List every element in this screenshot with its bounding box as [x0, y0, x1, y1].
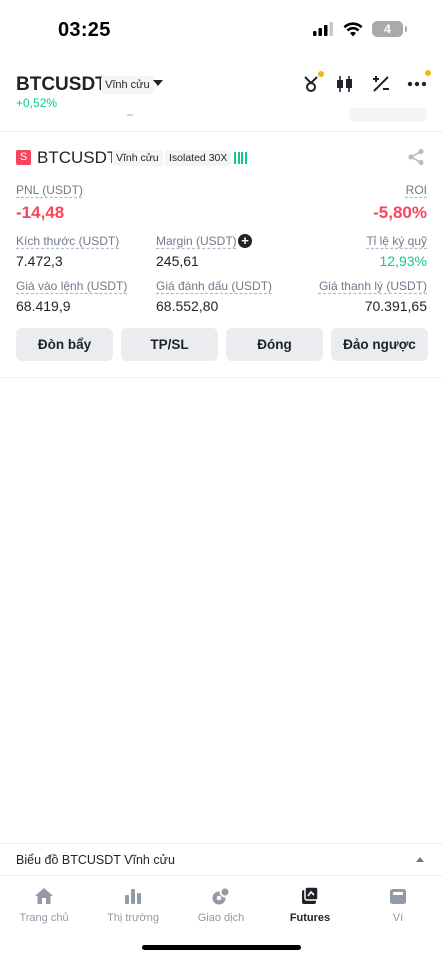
margin-mode-tag: Isolated 30X [165, 150, 232, 166]
calculator-icon[interactable] [369, 72, 393, 96]
margin-ratio-label[interactable]: Tỉ lệ ký quỹ [366, 234, 427, 248]
nav-wallet-label: Ví [392, 912, 404, 924]
pnl-value: -14,48 [16, 203, 65, 222]
candlestick-chart-icon[interactable] [333, 72, 357, 96]
more-options-icon[interactable] [405, 70, 431, 96]
status-bar: 03:25 4 [0, 0, 443, 60]
nav-home-label: Trang chủ [19, 912, 69, 924]
size-value: 7.472,3 [16, 253, 63, 269]
price-change-percent: +0,52% [16, 96, 58, 110]
perpetual-tag: Vĩnh cửu [112, 150, 163, 166]
size-label[interactable]: Kích thước (USDT) [16, 234, 119, 248]
nav-futures-label: Futures [289, 912, 331, 924]
home-icon [32, 884, 56, 908]
cellular-signal-icon [313, 22, 333, 36]
nav-trade[interactable]: Giao dịch [181, 884, 261, 934]
margin-value: 245,61 [156, 253, 199, 269]
home-indicator[interactable] [142, 945, 301, 950]
markets-icon [121, 884, 145, 908]
short-side-badge: S [16, 150, 31, 165]
reward-icon[interactable] [299, 71, 324, 96]
pair-dropdown-icon[interactable] [153, 80, 163, 86]
chart-toggle-bar[interactable]: Biểu đồ BTCUSDT Vĩnh cửu [0, 843, 443, 875]
hidden-button-edge [349, 108, 427, 122]
mark-price-value: 68.552,80 [156, 298, 219, 314]
nav-wallet[interactable]: Ví [358, 884, 438, 934]
pair-title[interactable]: BTCUSDT [16, 74, 107, 96]
nav-futures[interactable]: Futures [270, 884, 350, 934]
nav-markets[interactable]: Thị trường [93, 884, 173, 934]
expand-chart-icon[interactable] [416, 857, 424, 862]
chart-toggle-label: Biểu đồ BTCUSDT Vĩnh cửu [16, 853, 175, 867]
add-margin-icon[interactable]: + [238, 234, 252, 248]
nav-markets-label: Thị trường [107, 912, 159, 924]
futures-icon [298, 884, 322, 908]
nav-home[interactable]: Trang chủ [4, 884, 84, 934]
position-symbol: BTCUSDT [37, 148, 118, 167]
divider [127, 114, 133, 116]
trade-icon [209, 884, 233, 908]
share-icon[interactable] [407, 148, 425, 171]
wallet-icon [386, 884, 410, 908]
nav-trade-label: Giao dịch [197, 912, 245, 924]
entry-price-value: 68.419,9 [16, 298, 71, 314]
margin-ratio-value: 12,93% [379, 253, 427, 269]
tpsl-button[interactable]: TP/SL [121, 328, 218, 361]
close-position-button[interactable]: Đóng [226, 328, 323, 361]
liquidation-price-value: 70.391,65 [364, 298, 427, 314]
perpetual-badge: Vĩnh cửu [101, 76, 154, 94]
leverage-button[interactable]: Đòn bẩy [16, 328, 113, 361]
liquidation-price-label[interactable]: Giá thanh lý (USDT) [319, 279, 427, 293]
entry-price-label[interactable]: Giá vào lệnh (USDT) [16, 279, 127, 293]
roi-label[interactable]: ROI [406, 183, 427, 197]
reverse-position-button[interactable]: Đảo ngược [331, 328, 428, 361]
pnl-label[interactable]: PNL (USDT) [16, 183, 83, 197]
notification-dot [318, 71, 324, 77]
wifi-icon [343, 21, 363, 36]
status-icons: 4 [313, 21, 407, 37]
status-time: 03:25 [58, 19, 111, 41]
battery-indicator: 4 [372, 21, 407, 37]
notification-dot [425, 70, 431, 76]
roi-value: -5,80% [373, 203, 427, 222]
scrolled-content-edge [0, 108, 443, 132]
margin-label[interactable]: Margin (USDT) [156, 234, 237, 248]
adl-indicator-icon [234, 152, 247, 164]
mark-price-label[interactable]: Giá đánh dấu (USDT) [156, 279, 272, 293]
